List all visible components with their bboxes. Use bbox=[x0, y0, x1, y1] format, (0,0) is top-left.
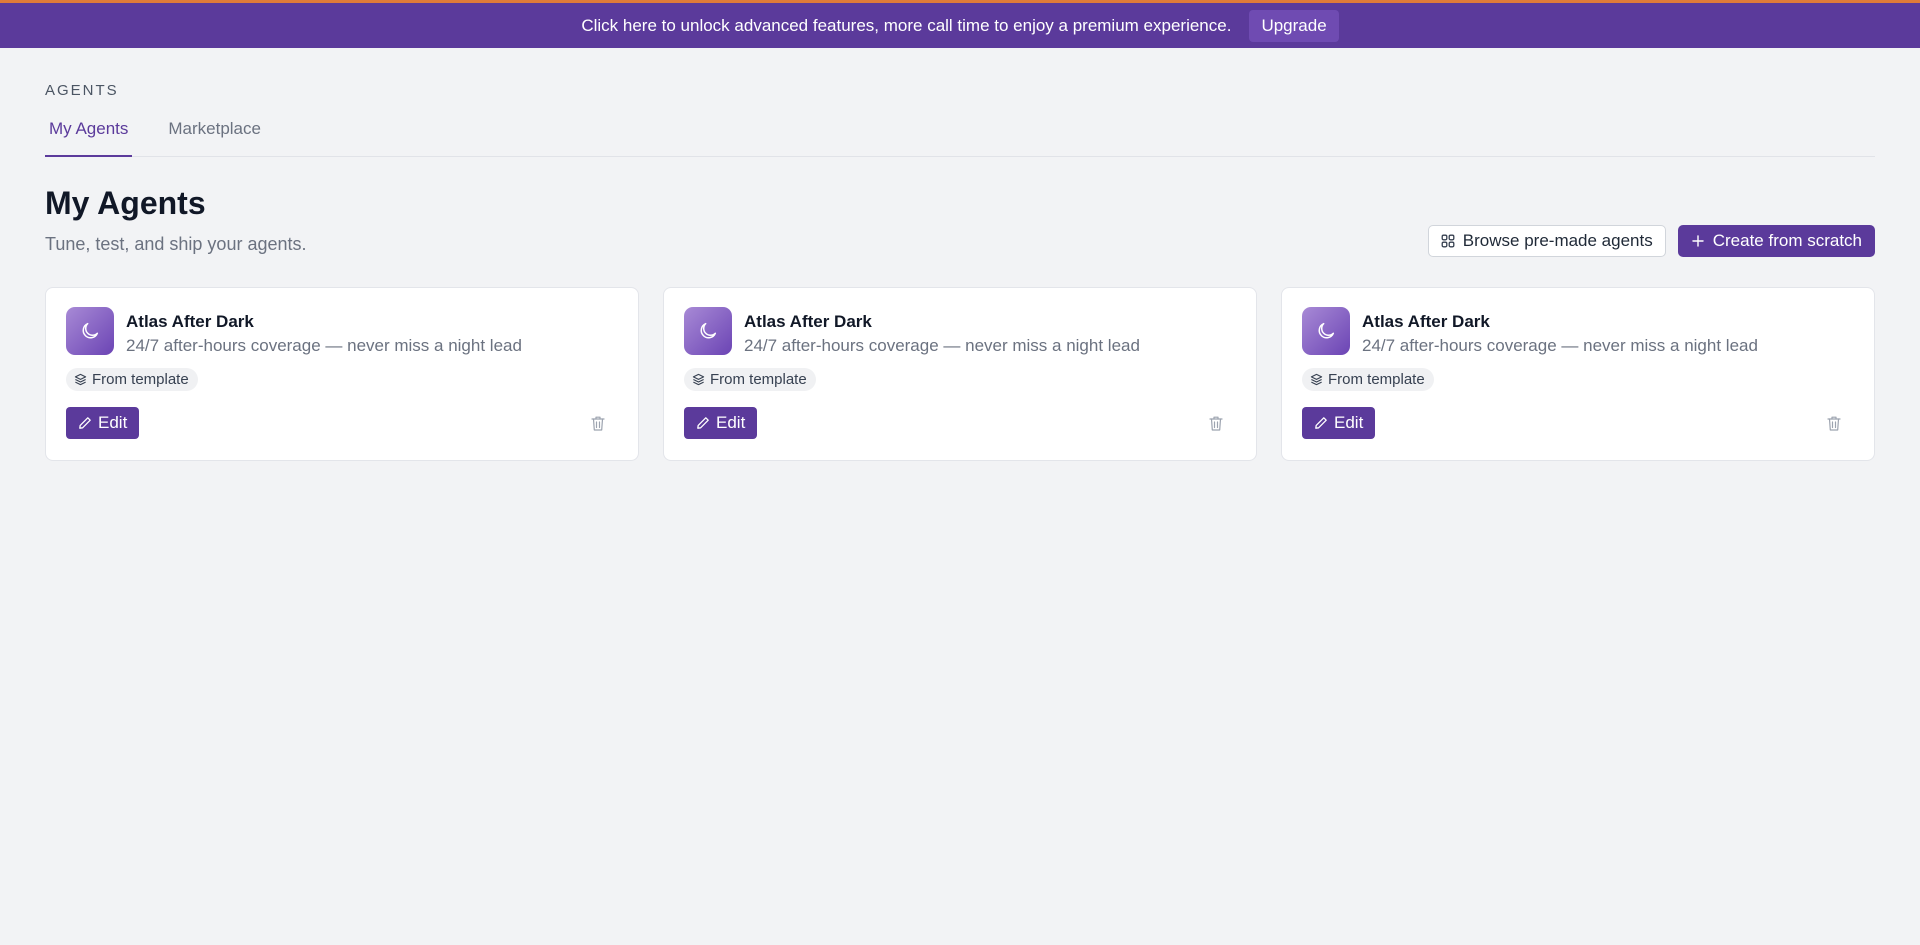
tab-bar: My Agents Marketplace bbox=[45, 115, 1875, 157]
layers-icon bbox=[74, 373, 87, 386]
upgrade-banner-message[interactable]: Click here to unlock advanced features, … bbox=[581, 16, 1231, 36]
edit-agent-button[interactable]: Edit bbox=[66, 407, 140, 439]
agent-description: 24/7 after-hours coverage — never miss a… bbox=[1362, 336, 1758, 355]
agent-card-grid: Atlas After Dark 24/7 after-hours covera… bbox=[45, 287, 1875, 461]
template-badge: From template bbox=[1302, 368, 1434, 391]
edit-agent-label: Edit bbox=[98, 413, 128, 432]
template-badge-label: From template bbox=[92, 371, 189, 388]
agent-description: 24/7 after-hours coverage — never miss a… bbox=[744, 336, 1140, 355]
plus-icon bbox=[1691, 234, 1705, 248]
tab-my-agents[interactable]: My Agents bbox=[45, 115, 133, 157]
page-content: AGENTS My Agents Marketplace My Agents T… bbox=[0, 82, 1920, 461]
agent-name: Atlas After Dark bbox=[1362, 312, 1490, 331]
create-from-scratch-label: Create from scratch bbox=[1712, 231, 1862, 250]
grid-icon bbox=[1441, 234, 1455, 248]
agent-name: Atlas After Dark bbox=[126, 312, 254, 331]
upgrade-banner: Click here to unlock advanced features, … bbox=[0, 0, 1920, 48]
page-subtitle: Tune, test, and ship your agents. bbox=[45, 234, 307, 254]
trash-icon bbox=[1208, 415, 1224, 432]
edit-agent-button[interactable]: Edit bbox=[1302, 407, 1376, 439]
pencil-icon bbox=[78, 416, 92, 430]
edit-agent-label: Edit bbox=[1334, 413, 1364, 432]
agent-avatar bbox=[684, 307, 732, 355]
header-row: My Agents Tune, test, and ship your agen… bbox=[45, 185, 1875, 257]
delete-agent-button[interactable] bbox=[1819, 408, 1849, 438]
agent-description: 24/7 after-hours coverage — never miss a… bbox=[126, 336, 522, 355]
page-title: My Agents bbox=[45, 185, 206, 221]
pencil-icon bbox=[696, 416, 710, 430]
delete-agent-button[interactable] bbox=[583, 408, 613, 438]
layers-icon bbox=[692, 373, 705, 386]
agent-name: Atlas After Dark bbox=[744, 312, 872, 331]
template-badge: From template bbox=[684, 368, 816, 391]
agent-card: Atlas After Dark 24/7 after-hours covera… bbox=[1281, 287, 1875, 461]
tab-marketplace[interactable]: Marketplace bbox=[164, 115, 265, 156]
moon-icon bbox=[79, 320, 101, 342]
trash-icon bbox=[590, 415, 606, 432]
moon-icon bbox=[1315, 320, 1337, 342]
moon-icon bbox=[697, 320, 719, 342]
template-badge-label: From template bbox=[1328, 371, 1425, 388]
upgrade-button[interactable]: Upgrade bbox=[1249, 9, 1339, 42]
header-actions: Browse pre-made agents Create from scrat… bbox=[1427, 225, 1875, 257]
agent-avatar bbox=[1302, 307, 1350, 355]
template-badge-label: From template bbox=[710, 371, 807, 388]
trash-icon bbox=[1826, 415, 1842, 432]
edit-agent-button[interactable]: Edit bbox=[684, 407, 758, 439]
section-label: AGENTS bbox=[45, 82, 119, 99]
pencil-icon bbox=[1314, 416, 1328, 430]
create-from-scratch-button[interactable]: Create from scratch bbox=[1677, 225, 1875, 257]
edit-agent-label: Edit bbox=[716, 413, 746, 432]
browse-premade-agents-button[interactable]: Browse pre-made agents bbox=[1427, 225, 1666, 257]
agent-avatar bbox=[66, 307, 114, 355]
browse-premade-agents-label: Browse pre-made agents bbox=[1462, 231, 1653, 250]
agent-card: Atlas After Dark 24/7 after-hours covera… bbox=[663, 287, 1257, 461]
template-badge: From template bbox=[66, 368, 198, 391]
agent-card: Atlas After Dark 24/7 after-hours covera… bbox=[45, 287, 639, 461]
layers-icon bbox=[1310, 373, 1323, 386]
delete-agent-button[interactable] bbox=[1201, 408, 1231, 438]
